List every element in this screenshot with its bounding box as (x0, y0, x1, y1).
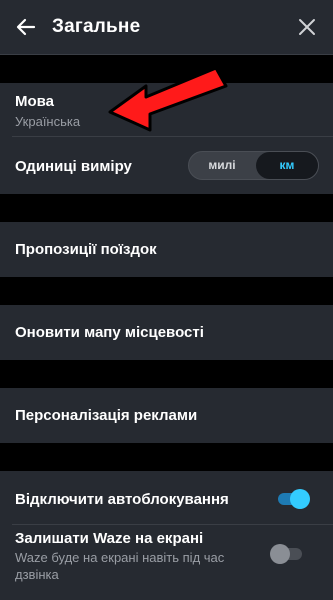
toggle-knob (270, 544, 290, 564)
disable-autolock-label: Відключити автоблокування (15, 491, 229, 508)
toggle-knob (290, 489, 310, 509)
header-bar: Загальне (0, 0, 333, 55)
trip-suggestions-label: Пропозиції поїздок (15, 241, 157, 258)
update-map-label: Оновити мапу місцевості (15, 324, 204, 341)
keep-on-screen-description-line2: дзвінка (15, 567, 59, 582)
units-segmented-control: милі км (188, 151, 319, 180)
disable-autolock-toggle[interactable] (276, 489, 310, 509)
keep-on-screen-label: Залишати Waze на екрані (15, 530, 204, 547)
update-map-row[interactable]: Оновити мапу місцевості (0, 305, 333, 360)
keep-on-screen-toggle[interactable] (270, 544, 304, 564)
back-arrow-icon[interactable] (14, 15, 38, 39)
keep-on-screen-description-line1: Waze буде на екрані навіть під час (15, 550, 225, 565)
language-label: Мова (15, 93, 55, 110)
settings-group-screen: Відключити автоблокування Залишати Waze … (0, 471, 333, 600)
ad-personalization-row[interactable]: Персоналізація реклами (0, 388, 333, 443)
trip-suggestions-row[interactable]: Пропозиції поїздок (0, 222, 333, 277)
divider (12, 524, 333, 525)
language-value: Українська (15, 114, 81, 129)
units-option-km[interactable]: км (256, 152, 318, 179)
ad-personalization-label: Персоналізація реклами (15, 407, 198, 424)
close-icon[interactable] (296, 16, 318, 38)
units-label: Одиниці виміру (15, 158, 132, 175)
annotation-arrow-icon (108, 66, 228, 132)
page-title: Загальне (52, 16, 141, 37)
units-option-miles[interactable]: милі (189, 152, 255, 179)
